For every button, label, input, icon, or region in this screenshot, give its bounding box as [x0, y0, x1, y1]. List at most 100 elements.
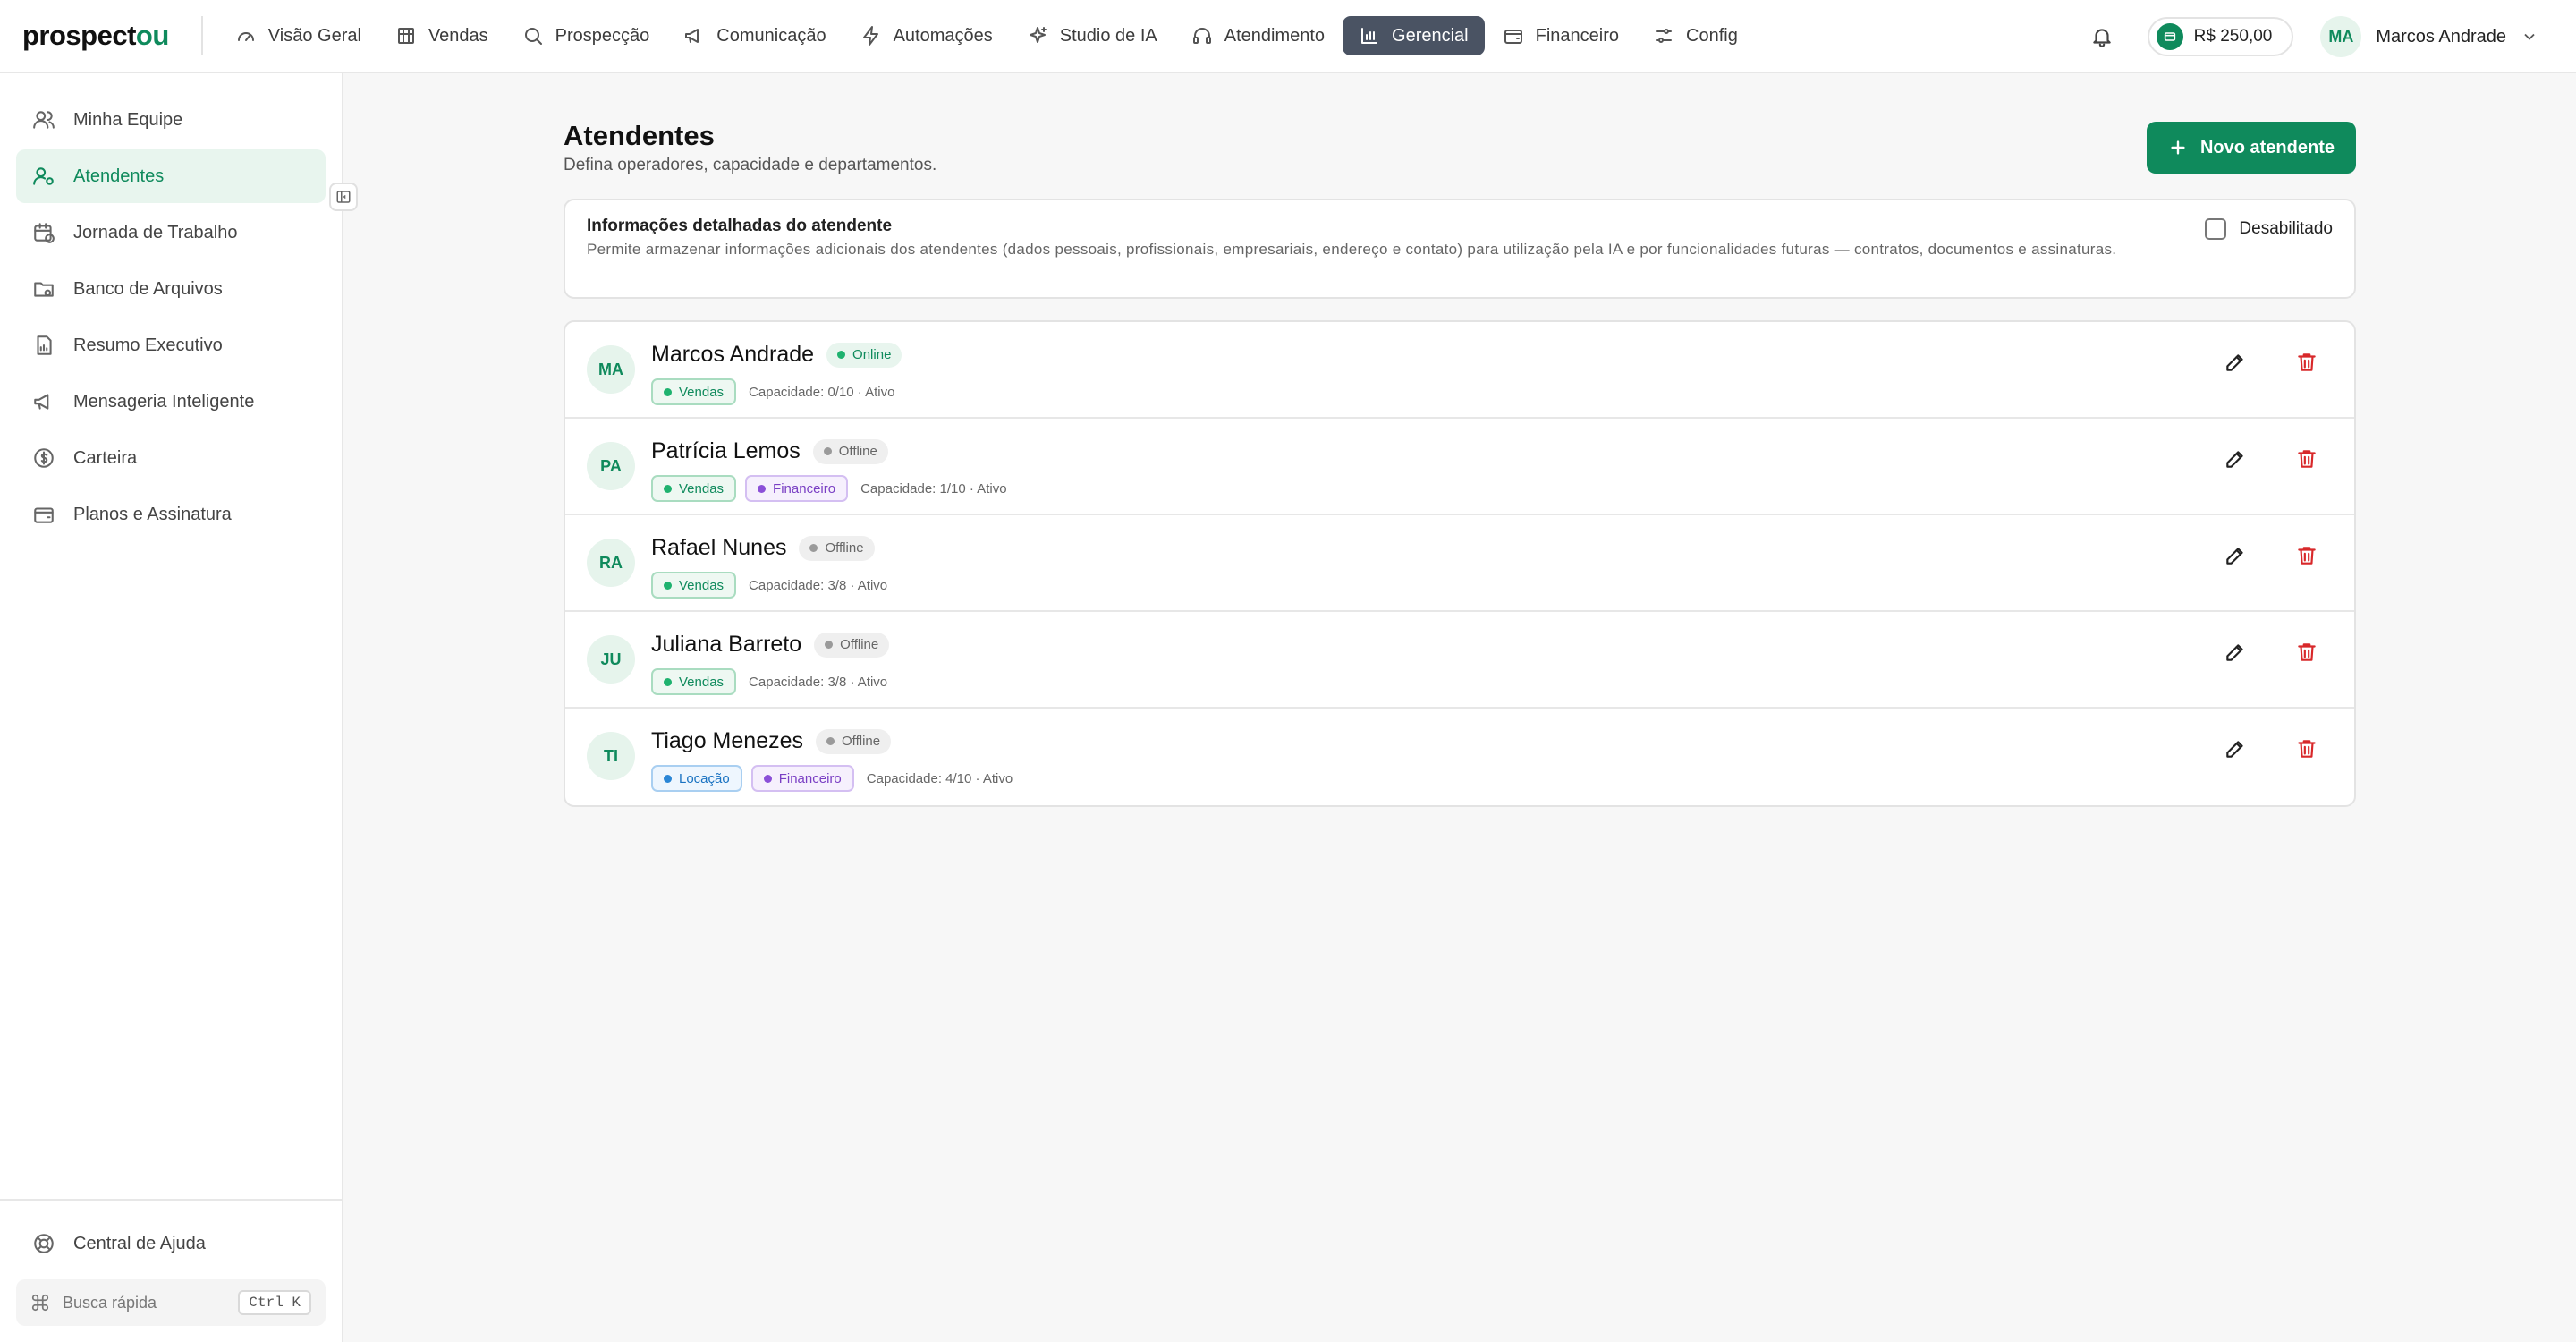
- nav-item-label: Comunicação: [716, 25, 826, 46]
- sidebar-footer: Central de Ajuda Busca rápida Ctrl K: [0, 1199, 342, 1342]
- avatar: JU: [587, 635, 635, 684]
- top-bar: prospect ou Visão Geral Vendas Prospecção…: [0, 0, 2576, 73]
- nav-item-config[interactable]: Config: [1637, 16, 1754, 55]
- row-body: Rafael Nunes Offline Vendas Capacidade: …: [651, 535, 887, 599]
- avatar: RA: [587, 539, 635, 587]
- sidebar-item-minha-equipe[interactable]: Minha Equipe: [16, 93, 326, 147]
- department-tag: Financeiro: [745, 475, 849, 502]
- new-attendant-button[interactable]: Novo atendente: [2146, 122, 2356, 174]
- bar-chart-icon: [1359, 25, 1380, 47]
- sidebar-item-atendentes[interactable]: Atendentes: [16, 149, 326, 203]
- attendant-name: Patrícia Lemos: [651, 438, 801, 463]
- nav-item-atendimento[interactable]: Atendimento: [1175, 16, 1341, 55]
- balance-button[interactable]: R$ 250,00: [2147, 17, 2294, 56]
- detailed-info-checkbox[interactable]: [2205, 218, 2227, 240]
- nav-item-vendas[interactable]: Vendas: [379, 16, 504, 55]
- tag-dot: [664, 677, 672, 686]
- delete-button[interactable]: [2295, 544, 2318, 567]
- tag-label: Locação: [679, 770, 730, 786]
- sidebar-item-label: Planos e Assinatura: [73, 504, 232, 524]
- user-cog-icon: [32, 165, 55, 188]
- info-card-description: Permite armazenar informações adicionais…: [587, 241, 2117, 258]
- delete-button[interactable]: [2295, 351, 2318, 374]
- sidebar-item-carteira[interactable]: Carteira: [16, 431, 326, 485]
- header-actions: R$ 250,00 MA Marcos Andrade: [2090, 0, 2576, 73]
- delete-button[interactable]: [2295, 641, 2318, 664]
- lightning-icon: [860, 25, 882, 47]
- pencil-icon: [2224, 447, 2247, 471]
- sidebar-collapse-button[interactable]: [329, 183, 358, 211]
- edit-button[interactable]: [2224, 447, 2247, 471]
- nav-item-label: Visão Geral: [267, 25, 361, 46]
- edit-button[interactable]: [2224, 544, 2247, 567]
- table-row: RA Rafael Nunes Offline Vendas Capacidad…: [565, 515, 2354, 612]
- search-icon: [522, 25, 544, 47]
- balance-amount: R$ 250,00: [2193, 27, 2273, 46]
- nav-item-label: Automações: [893, 25, 993, 46]
- nav-item-financeiro[interactable]: Financeiro: [1487, 16, 1635, 55]
- edit-button[interactable]: [2224, 351, 2247, 374]
- notifications-button[interactable]: [2090, 25, 2114, 48]
- delete-button[interactable]: [2295, 737, 2318, 760]
- status-badge: Offline: [814, 632, 890, 658]
- row-actions: [2224, 351, 2318, 374]
- toggle-label: Desabilitado: [2239, 219, 2333, 238]
- user-menu[interactable]: MA Marcos Andrade: [2320, 16, 2538, 57]
- bell-icon: [2090, 25, 2114, 48]
- capacity-info: Capacidade: 3/8 · Ativo: [749, 577, 888, 593]
- headset-icon: [1191, 25, 1213, 47]
- meta-line: Vendas Capacidade: 0/10 · Ativo: [651, 378, 902, 405]
- quick-search-button[interactable]: Busca rápida Ctrl K: [16, 1279, 326, 1326]
- row-actions: [2224, 641, 2318, 664]
- status-dot: [825, 641, 834, 649]
- department-tag: Locação: [651, 765, 742, 792]
- avatar: TI: [587, 732, 635, 780]
- command-icon: [30, 1293, 50, 1312]
- nav-item-studio-ia[interactable]: Studio de IA: [1011, 16, 1174, 55]
- name-line: Tiago Menezes Offline: [651, 728, 1013, 754]
- megaphone-icon: [683, 25, 705, 47]
- nav-item-gerencial[interactable]: Gerencial: [1343, 16, 1485, 55]
- sidebar-item-mensageria[interactable]: Mensageria Inteligente: [16, 375, 326, 429]
- nav-item-label: Studio de IA: [1059, 25, 1157, 46]
- tag-dot: [664, 774, 672, 783]
- sidebar-item-banco-arquivos[interactable]: Banco de Arquivos: [16, 262, 326, 316]
- row-actions: [2224, 544, 2318, 567]
- trash-icon: [2295, 737, 2318, 760]
- sidebar-item-resumo-executivo[interactable]: Resumo Executivo: [16, 319, 326, 372]
- edit-button[interactable]: [2224, 737, 2247, 760]
- delete-button[interactable]: [2295, 447, 2318, 471]
- sidebar-item-label: Resumo Executivo: [73, 335, 223, 355]
- edit-button[interactable]: [2224, 641, 2247, 664]
- nav-item-comunicacao[interactable]: Comunicação: [667, 16, 842, 55]
- brand-logo-part2: ou: [135, 20, 169, 51]
- sidebar-item-label: Jornada de Trabalho: [73, 222, 238, 242]
- help-center-link[interactable]: Central de Ajuda: [0, 1219, 342, 1269]
- department-tag: Vendas: [651, 475, 737, 502]
- meta-line: Vendas Financeiro Capacidade: 1/10 · Ati…: [651, 475, 1007, 502]
- pencil-icon: [2224, 641, 2247, 664]
- department-tag: Vendas: [651, 378, 737, 405]
- nav-item-prospeccao[interactable]: Prospecção: [506, 16, 666, 55]
- page-subtitle: Defina operadores, capacidade e departam…: [564, 156, 937, 174]
- status-label: Offline: [840, 637, 879, 652]
- report-icon: [32, 334, 55, 357]
- detailed-info-toggle[interactable]: Desabilitado: [2205, 218, 2333, 240]
- status-label: Offline: [838, 444, 877, 459]
- avatar: MA: [587, 345, 635, 394]
- sidebar-item-planos[interactable]: Planos e Assinatura: [16, 488, 326, 541]
- wallet-icon: [32, 503, 55, 526]
- nav-item-visao-geral[interactable]: Visão Geral: [219, 16, 377, 55]
- sidebar-item-jornada[interactable]: Jornada de Trabalho: [16, 206, 326, 259]
- detailed-info-card: Informações detalhadas do atendente Perm…: [564, 199, 2356, 299]
- status-dot: [809, 544, 818, 552]
- building-icon: [395, 25, 417, 47]
- trash-icon: [2295, 641, 2318, 664]
- sidebar-list: Minha Equipe Atendentes Jornada de Traba…: [0, 73, 342, 541]
- attendant-name: Marcos Andrade: [651, 342, 815, 367]
- nav-item-label: Vendas: [428, 25, 488, 46]
- capacity-info: Capacidade: 1/10 · Ativo: [860, 480, 1007, 497]
- brand-logo[interactable]: prospect ou: [22, 20, 169, 52]
- sidebar-item-label: Mensageria Inteligente: [73, 391, 255, 412]
- nav-item-automacoes[interactable]: Automações: [844, 16, 1009, 55]
